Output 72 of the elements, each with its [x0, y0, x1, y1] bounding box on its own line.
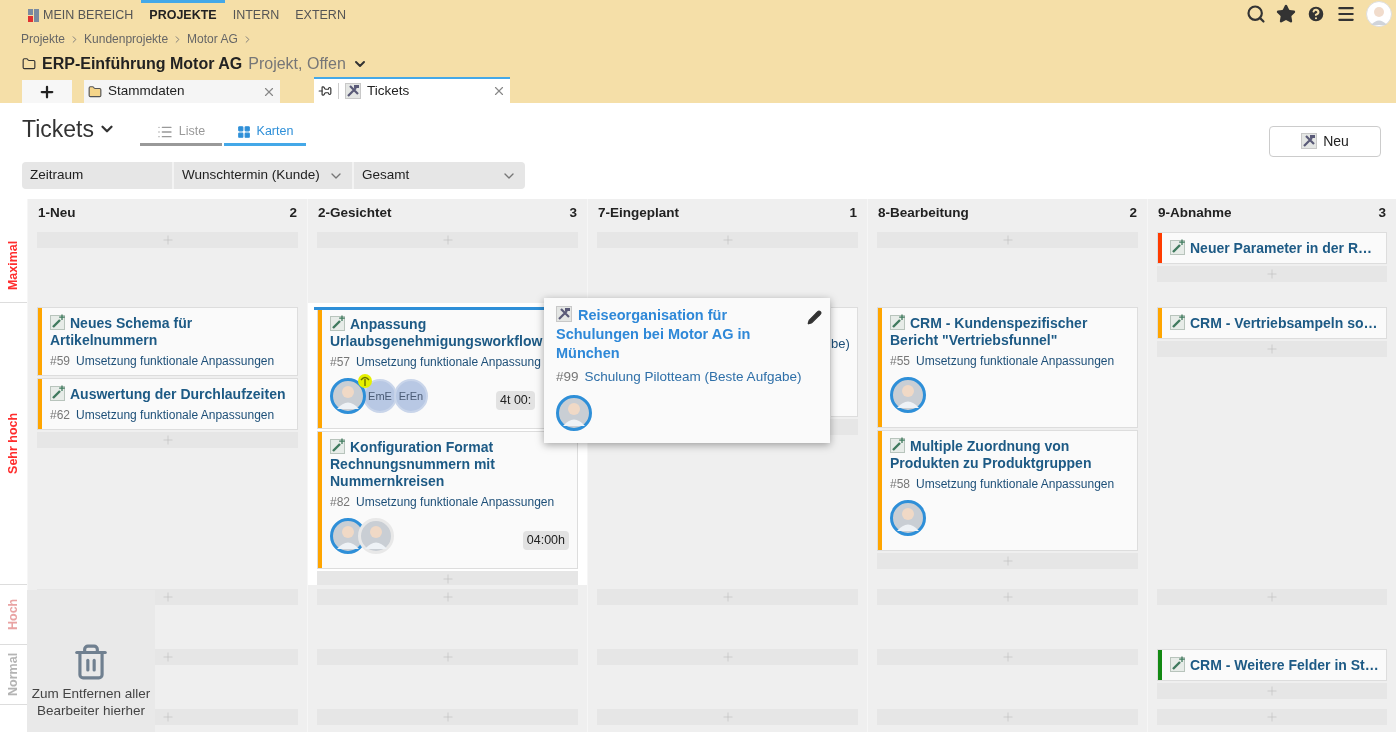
ticket-card[interactable]: CRM - Vertriebsampeln so…: [1157, 307, 1387, 339]
popup-title[interactable]: Reiseorganisation für Schulungen bei Motor AG in München: [556, 306, 807, 363]
ticket-card[interactable]: Anpassung Urlaubsgenehmigungsworkflow #57 Umsetzung funktionale Anpassung EmE ErEn 4t 00:: [317, 308, 546, 429]
time-badge: 04:00h: [522, 531, 569, 550]
filter-dropdown[interactable]: Zeitraum: [22, 162, 172, 189]
ticket-number: #82: [330, 494, 351, 510]
lane-label: Sehr hoch: [5, 412, 22, 475]
ticket-card[interactable]: CRM - Weitere Felder in St…: [1157, 649, 1387, 681]
column-title: 1-Neu: [38, 204, 76, 223]
project-link[interactable]: Umsetzung funktionale Anpassungen: [76, 407, 275, 423]
project-link[interactable]: Umsetzung funktionale Anpassungen: [916, 353, 1115, 369]
project-link[interactable]: Umsetzung funktionale Anpassungen: [76, 353, 275, 369]
nav-tab[interactable]: PROJEKTE: [141, 0, 225, 27]
breadcrumb-link[interactable]: Projekte: [21, 30, 66, 48]
lane-label: Maximal: [5, 240, 22, 290]
ticket-number: #57: [330, 354, 351, 370]
new-ticket-button[interactable]: Neu: [1269, 125, 1381, 157]
project-link[interactable]: Umsetzung funktionale Anpassungen: [356, 494, 555, 510]
ticket-card[interactable]: Konfiguration Format Rechnungsnummern mit Nummernkreisen #82 Umsetzung funktionale Anpassungen 04:00h: [317, 431, 578, 569]
ticket-card[interactable]: be): [831, 307, 858, 417]
column-count: 3: [1378, 204, 1386, 223]
filter-dropdown[interactable]: Gesamt: [352, 162, 525, 189]
filter-dropdown[interactable]: Wunschtermin (Kunde): [172, 162, 352, 189]
breadcrumb-link[interactable]: Kundenprojekte: [84, 30, 169, 48]
lane-label: Hoch: [5, 598, 22, 631]
ticket-number: #62: [50, 407, 71, 423]
ticket-title[interactable]: Auswertung der Durchlaufzeiten: [50, 385, 293, 403]
ticket-title[interactable]: CRM - Weitere Felder in St…: [1170, 656, 1382, 674]
time-badge: 4t 00:: [496, 391, 536, 410]
tab-label: Tickets: [367, 81, 410, 100]
nav-tab[interactable]: MEIN BEREICH: [20, 0, 142, 27]
ticket-card[interactable]: Neues Schema für Artikelnummern #59 Umsetzung funktionale Anpassungen: [37, 307, 298, 376]
trash-drop-overlay[interactable]: Zum Entfernen aller Bearbeiter hierher: [27, 590, 155, 732]
ticket-number: #99: [556, 368, 579, 386]
nav-tab[interactable]: EXTERN: [287, 0, 354, 27]
column-title: 2-Gesichtet: [318, 204, 392, 223]
nav-tab[interactable]: INTERN: [224, 0, 288, 27]
ticket-card[interactable]: Auswertung der Durchlaufzeiten #62 Umsetzung funktionale Anpassungen: [37, 378, 298, 430]
ticket-title[interactable]: Anpassung Urlaubsgenehmigungsworkflow: [330, 315, 541, 350]
card-preview-tooltip[interactable]: Reiseorganisation für Schulungen bei Motor AG in München #99 Schulung Pilotteam (Beste Aufgabe): [544, 298, 830, 444]
ticket-title[interactable]: Neues Schema für Artikelnummern: [50, 314, 293, 349]
project-link[interactable]: Umsetzung funktionale Anpassungen: [916, 476, 1115, 492]
tab-label: Stammdaten: [108, 82, 185, 101]
project-title: ERP-Einführung Motor AG: [42, 54, 243, 74]
column-title: 9-Abnahme: [1158, 204, 1232, 223]
avatar-initials: ErEn: [394, 379, 428, 413]
project-status: Projekt, Offen: [248, 54, 346, 74]
project-link[interactable]: Umsetzung funktionale Anpassung: [356, 354, 541, 370]
ticket-title[interactable]: CRM - Kundenspezifischer Bericht "Vertriebsfunnel": [890, 314, 1133, 349]
ticket-card[interactable]: Multiple Zuordnung von Produkten zu Produktgruppen #58 Umsetzung funktionale Anpassungen: [877, 430, 1138, 551]
view-tab[interactable]: Karten: [224, 120, 306, 146]
ticket-number: #55: [890, 353, 911, 369]
column-title: 7-Eingeplant: [598, 204, 679, 223]
ticket-title[interactable]: CRM - Vertriebsampeln so…: [1170, 314, 1382, 332]
column-count: 1: [849, 204, 857, 223]
ticket-card[interactable]: Neuer Parameter in der R…: [1157, 232, 1387, 264]
ticket-card[interactable]: CRM - Kundenspezifischer Bericht "Vertriebsfunnel" #55 Umsetzung funktionale Anpassungen: [877, 307, 1138, 428]
column-title: 8-Bearbeitung: [878, 204, 969, 223]
breadcrumb-link[interactable]: Motor AG: [187, 30, 238, 48]
ticket-number: #59: [50, 353, 71, 369]
column-count: 2: [1129, 204, 1137, 223]
document-tab[interactable]: Stammdaten: [84, 80, 280, 103]
document-tab[interactable]: Tickets: [314, 77, 510, 103]
column-count: 3: [569, 204, 577, 223]
project-link[interactable]: Schulung Pilotteam (Beste Aufgabe): [584, 367, 802, 388]
page-title: Tickets: [22, 114, 94, 144]
ticket-title[interactable]: Multiple Zuordnung von Produkten zu Produktgruppen: [890, 437, 1133, 472]
ticket-number: #58: [890, 476, 911, 492]
lane-label: Normal: [5, 652, 22, 697]
column-count: 2: [289, 204, 297, 223]
trash-hint: Zum Entfernen aller Bearbeiter hierher: [30, 685, 152, 719]
ticket-title[interactable]: Neuer Parameter in der R…: [1170, 239, 1382, 257]
